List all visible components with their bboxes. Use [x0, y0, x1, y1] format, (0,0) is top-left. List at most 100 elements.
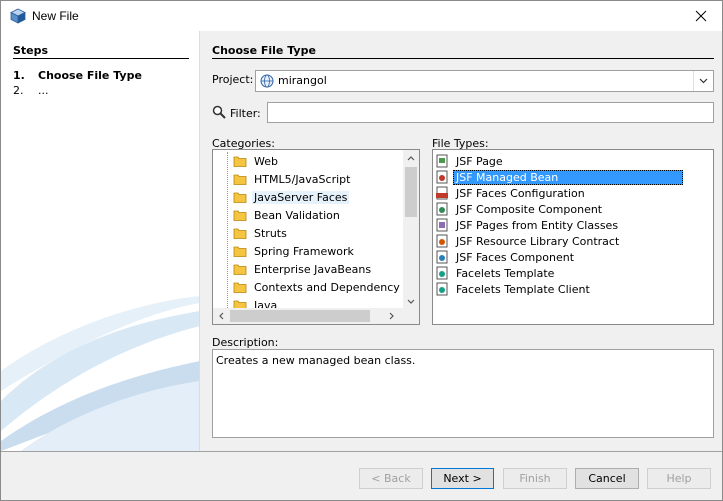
project-label: Project:: [212, 73, 254, 86]
facelets-template-icon: [436, 266, 448, 280]
category-item-struts[interactable]: Struts: [233, 225, 287, 241]
file-type-label: JSF Faces Component: [456, 250, 575, 264]
step-label: ...: [38, 84, 49, 97]
scroll-down-button[interactable]: [403, 293, 419, 309]
tree-guide-line: [227, 152, 228, 310]
file-type-item-resource-library-contract[interactable]: JSF Resource Library Contract: [435, 233, 619, 249]
file-type-item-composite-component[interactable]: JSF Composite Component: [435, 201, 602, 217]
file-type-item-faces-config[interactable]: JSF Faces Configuration: [435, 185, 585, 201]
button-bar-divider: [1, 451, 722, 452]
file-type-label: JSF Composite Component: [456, 202, 603, 216]
window-title: New File: [32, 9, 79, 23]
categories-tree[interactable]: Web HTML5/JavaScript JavaServer Faces Be…: [212, 149, 420, 325]
file-type-label: JSF Resource Library Contract: [456, 234, 620, 248]
decorative-swoosh-graphic: [1, 296, 199, 451]
file-type-label: JSF Faces Configuration: [456, 186, 585, 200]
next-button[interactable]: Next >: [431, 468, 494, 489]
filter-label: Filter:: [230, 107, 261, 120]
category-item-javaserver-faces[interactable]: JavaServer Faces: [233, 189, 350, 205]
step-item: 1. Choose File Type: [13, 69, 142, 82]
folder-icon: [233, 246, 247, 257]
entity-pages-icon: [436, 218, 448, 232]
folder-icon: [233, 192, 247, 203]
file-type-item-jsf-managed-bean[interactable]: JSF Managed Bean: [435, 169, 683, 185]
folder-icon: [233, 282, 247, 293]
resource-library-icon: [436, 234, 448, 248]
finish-button[interactable]: Finish: [503, 468, 567, 489]
chevron-down-icon: [699, 78, 708, 84]
search-icon: [212, 105, 226, 119]
page-title: Choose File Type: [212, 44, 316, 57]
categories-vertical-scrollbar[interactable]: [403, 150, 419, 310]
file-types-list[interactable]: JSF Page JSF Managed Bean JSF Faces Conf…: [432, 149, 714, 325]
composite-component-icon: [436, 202, 448, 216]
project-select[interactable]: mirangol: [255, 70, 714, 92]
scroll-thumb[interactable]: [230, 310, 370, 322]
chevron-right-icon: [389, 312, 394, 320]
file-type-item-facelets-template-client[interactable]: Facelets Template Client: [435, 281, 590, 297]
steps-heading: Steps: [13, 44, 49, 57]
category-label: Contexts and Dependency Inje: [254, 280, 420, 294]
folder-icon: [233, 174, 247, 185]
file-type-item-faces-component[interactable]: JSF Faces Component: [435, 249, 574, 265]
category-label: Enterprise JavaBeans: [254, 262, 372, 276]
cancel-button[interactable]: Cancel: [575, 468, 639, 489]
category-label: Struts: [254, 226, 287, 240]
chevron-down-icon: [407, 299, 415, 304]
description-box: Creates a new managed bean class.: [212, 349, 714, 438]
category-label: HTML5/JavaScript: [254, 172, 351, 186]
category-item-bean-validation[interactable]: Bean Validation: [233, 207, 340, 223]
back-button[interactable]: < Back: [359, 468, 423, 489]
step-label: Choose File Type: [38, 69, 142, 82]
managed-bean-icon: [436, 170, 448, 184]
step-number: 1.: [13, 69, 25, 82]
folder-icon: [233, 210, 247, 221]
chevron-left-icon: [218, 312, 223, 320]
steps-panel: Steps 1. Choose File Type 2....: [1, 31, 200, 451]
category-item-web[interactable]: Web: [233, 153, 278, 169]
faces-component-icon: [436, 250, 448, 264]
category-label: Web: [254, 154, 278, 168]
new-file-dialog: New File Steps 1. Choose File Type 2.... …: [0, 0, 723, 501]
globe-project-icon: [260, 74, 274, 88]
scroll-left-button[interactable]: [213, 308, 229, 324]
step-number: 2.: [13, 84, 24, 97]
help-button[interactable]: Help: [647, 468, 711, 489]
project-select-value: mirangol: [278, 74, 327, 87]
step-item: 2....: [13, 84, 49, 97]
description-text: Creates a new managed bean class.: [216, 354, 416, 367]
file-type-label: Facelets Template: [456, 266, 555, 280]
category-item-html5[interactable]: HTML5/JavaScript: [233, 171, 350, 187]
file-type-item-pages-from-entities[interactable]: JSF Pages from Entity Classes: [435, 217, 618, 233]
title-bar: New File: [1, 1, 722, 31]
file-type-label: JSF Pages from Entity Classes: [456, 218, 619, 232]
close-icon: [695, 10, 707, 22]
folder-icon: [233, 264, 247, 275]
steps-divider: [13, 58, 189, 59]
xml-config-icon: [436, 186, 448, 200]
chevron-up-icon: [407, 155, 415, 160]
file-type-label: JSF Managed Bean: [453, 169, 683, 185]
scroll-up-button[interactable]: [403, 150, 419, 166]
category-item-spring[interactable]: Spring Framework: [233, 243, 354, 259]
file-type-label: JSF Page: [456, 154, 503, 168]
category-label: Bean Validation: [254, 208, 340, 222]
category-label: Spring Framework: [254, 244, 354, 258]
folder-icon: [233, 228, 247, 239]
categories-horizontal-scrollbar[interactable]: [213, 308, 419, 324]
category-item-ejb[interactable]: Enterprise JavaBeans: [233, 261, 371, 277]
description-label: Description:: [212, 336, 279, 349]
scroll-right-button[interactable]: [383, 308, 399, 324]
filter-input[interactable]: [267, 102, 714, 123]
jsf-page-icon: [436, 154, 448, 168]
category-item-cdi[interactable]: Contexts and Dependency Inje: [233, 279, 420, 295]
close-button[interactable]: [686, 4, 716, 28]
folder-icon: [233, 156, 247, 167]
file-type-label: Facelets Template Client: [456, 282, 590, 296]
file-type-item-jsf-page[interactable]: JSF Page: [435, 153, 503, 169]
title-divider: [212, 58, 714, 59]
file-type-item-facelets-template[interactable]: Facelets Template: [435, 265, 554, 281]
facelets-client-icon: [436, 282, 448, 296]
scroll-thumb[interactable]: [405, 167, 417, 217]
dropdown-arrow[interactable]: [693, 71, 713, 91]
